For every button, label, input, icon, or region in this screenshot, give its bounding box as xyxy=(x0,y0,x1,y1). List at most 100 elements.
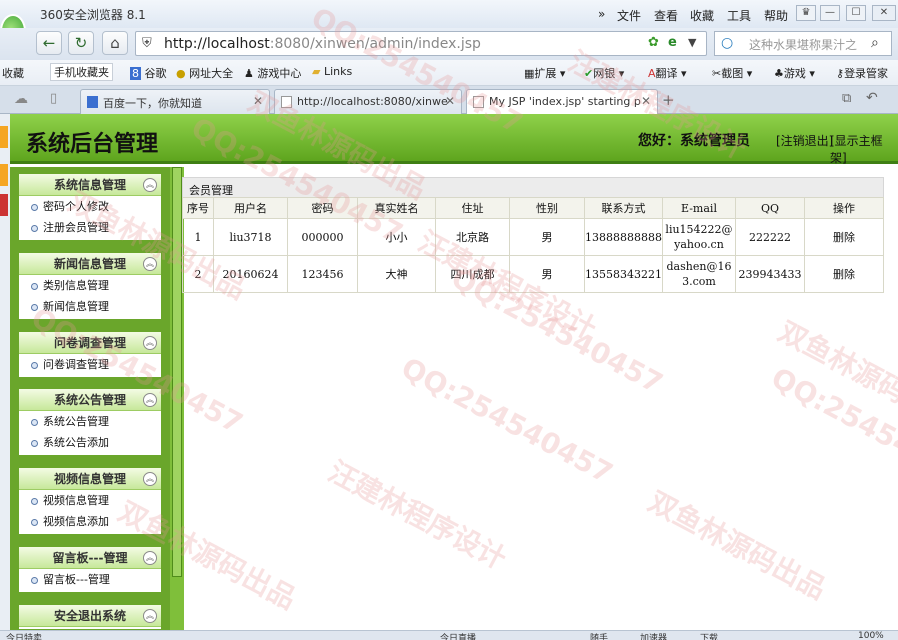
collapse-icon[interactable]: ︽ xyxy=(143,178,157,192)
gamepad-icon: ♟ xyxy=(244,67,254,80)
status-live[interactable]: 今日直播 xyxy=(440,631,476,640)
collapse-icon[interactable]: ︽ xyxy=(143,393,157,407)
collapse-icon[interactable]: ︽ xyxy=(143,257,157,271)
sidebar-item-password[interactable]: 密码个人修改 xyxy=(19,196,161,217)
menu-file[interactable]: 文件 xyxy=(617,7,641,24)
collapse-icon[interactable]: ︽ xyxy=(143,551,157,565)
cell-password: 000000 xyxy=(287,218,358,256)
fav-google[interactable]: 8 谷歌 xyxy=(130,65,167,81)
cell-realname: 大神 xyxy=(357,255,436,293)
group-header[interactable]: 留言板---管理 ︽ xyxy=(19,547,161,569)
menu-favorites[interactable]: 收藏 xyxy=(690,7,714,24)
col-header: E-mail xyxy=(661,197,736,219)
watermark: 双鱼林源码出品 xyxy=(773,314,898,436)
status-accelerator[interactable]: 加速器 xyxy=(640,631,667,640)
sidebar-group-logout: 安全退出系统 ︽ xyxy=(18,604,162,630)
fav-sites[interactable]: ● 网址大全 xyxy=(176,65,233,81)
favorites-bar: 收藏 手机收藏夹 8 谷歌 ● 网址大全 ♟ 游戏中心 ▰ Links ▦扩展 … xyxy=(0,60,898,86)
menu-view[interactable]: 查看 xyxy=(654,7,678,24)
close-tab-icon[interactable]: ✕ xyxy=(641,94,651,108)
search-icon[interactable]: ⌕ xyxy=(871,35,879,51)
home-button[interactable]: ⌂ xyxy=(102,31,128,55)
games-button[interactable]: ♣游戏 ▾ xyxy=(774,65,815,81)
cell-password: 123456 xyxy=(287,255,358,293)
sidebar-item-members[interactable]: 注册会员管理 xyxy=(19,217,161,238)
group-header[interactable]: 新闻信息管理 ︽ xyxy=(19,253,161,275)
group-header[interactable]: 安全退出系统 ︽ xyxy=(19,605,161,627)
search-input[interactable]: 这种水果堪称果汁之 xyxy=(749,36,857,53)
collapse-icon[interactable]: ︽ xyxy=(143,336,157,350)
delete-link[interactable]: 删除 xyxy=(803,218,884,256)
undo-close-icon[interactable]: ↶ xyxy=(866,90,878,106)
cloud-icon[interactable]: ☁ xyxy=(14,91,28,107)
search-box[interactable]: ○ 这种水果堪称果汁之 ⌕ xyxy=(714,31,892,56)
sidebar-item-notice-add[interactable]: 系统公告添加 xyxy=(19,432,161,453)
sidebar-item-video-manage[interactable]: 视频信息管理 xyxy=(19,490,161,511)
extensions-icon: ▦ xyxy=(524,67,535,80)
tab-localhost[interactable]: http://localhost:8080/xinwe ✕ xyxy=(274,89,462,114)
breadcrumb: 会员管理 xyxy=(182,177,884,198)
group-header[interactable]: 问卷调查管理 ︽ xyxy=(19,332,161,354)
close-tab-icon[interactable]: ✕ xyxy=(445,94,455,108)
dropdown-icon[interactable]: ▼ xyxy=(688,36,696,49)
back-button[interactable]: ← xyxy=(36,31,62,55)
close-window-button[interactable]: ✕ xyxy=(872,5,896,21)
fav-collect[interactable]: 收藏 xyxy=(2,65,24,81)
ie-kernel-icon[interactable]: e xyxy=(668,35,677,50)
cell-phone: 13558343221 xyxy=(584,255,663,293)
greeting: 您好：系统管理员 xyxy=(638,133,750,149)
fav-games-center[interactable]: ♟ 游戏中心 xyxy=(244,65,301,81)
bank-button[interactable]: ✔网银 ▾ xyxy=(584,65,624,81)
ext-button[interactable]: ▦扩展 ▾ xyxy=(524,65,565,81)
sidebar-item-notice-manage[interactable]: 系统公告管理 xyxy=(19,411,161,432)
collapse-icon[interactable]: ︽ xyxy=(143,609,157,623)
watermark: 汪建林程序设计 xyxy=(323,454,512,576)
minimize-button[interactable]: — xyxy=(820,5,840,21)
compat-mode-icon[interactable]: ✿ xyxy=(648,35,659,50)
bank-icon: ✔ xyxy=(584,67,594,80)
page-header: 系统后台管理 您好：系统管理员 [注销退出] [显示主框架] xyxy=(10,114,898,166)
screenshot-button[interactable]: ✂截图 ▾ xyxy=(712,65,752,81)
menu-chevron-icon[interactable]: » xyxy=(598,7,605,21)
status-handy[interactable]: 随手 xyxy=(590,631,608,640)
col-header: 真实姓名 xyxy=(357,197,436,219)
status-bar: 今日特卖 今日直播 随手 加速器 下载 100% xyxy=(0,630,898,640)
sidebar-item-category[interactable]: 类别信息管理 xyxy=(19,275,161,296)
delete-link[interactable]: 删除 xyxy=(803,255,884,293)
phone-icon[interactable]: ▯ xyxy=(50,91,57,106)
translate-button[interactable]: A翻译 ▾ xyxy=(648,65,687,81)
new-tab-button[interactable]: + xyxy=(662,91,675,109)
sidebar-item-guestbook[interactable]: 留言板---管理 xyxy=(19,569,161,590)
group-header[interactable]: 系统信息管理 ︽ xyxy=(19,174,161,196)
maximize-button[interactable]: ☐ xyxy=(846,5,866,21)
status-download[interactable]: 下载 xyxy=(700,631,718,640)
fav-mobile[interactable]: 手机收藏夹 xyxy=(50,63,113,81)
logout-link[interactable]: [注销退出] xyxy=(776,132,833,149)
table-row: 1 liu3718 000000 小小 北京路 男 13888888888 li… xyxy=(182,218,884,256)
refresh-button[interactable]: ↻ xyxy=(68,31,94,55)
zoom-level[interactable]: 100% xyxy=(858,631,884,640)
menu-tools[interactable]: 工具 xyxy=(727,7,751,24)
sidebar-item-survey[interactable]: 问卷调查管理 xyxy=(19,354,161,375)
status-deals[interactable]: 今日特卖 xyxy=(6,631,42,640)
menu-help[interactable]: 帮助 xyxy=(764,7,788,24)
close-tab-icon[interactable]: ✕ xyxy=(253,94,263,108)
login-manager-button[interactable]: ⚷登录管家 xyxy=(836,65,888,81)
group-header[interactable]: 视频信息管理 ︽ xyxy=(19,468,161,490)
tab-label: http://localhost:8080/xinwe xyxy=(297,95,448,108)
skin-icon[interactable]: ♛ xyxy=(796,5,816,21)
fav-links[interactable]: ▰ Links xyxy=(312,65,352,78)
group-header[interactable]: 系统公告管理 ︽ xyxy=(19,389,161,411)
sidebar-item-news[interactable]: 新闻信息管理 xyxy=(19,296,161,317)
tab-baidu[interactable]: 百度一下，你就知道 ✕ xyxy=(80,89,270,114)
collapse-icon[interactable]: ︽ xyxy=(143,472,157,486)
address-bar[interactable]: ⛨ http://localhost:8080/xinwen/admin/ind… xyxy=(135,31,707,56)
show-frame-link[interactable]: [显示主框架] xyxy=(830,132,898,166)
sidebar-group-guestbook: 留言板---管理 ︽ 留言板---管理 xyxy=(18,546,162,593)
cell-id: 1 xyxy=(182,218,214,256)
tab-index-jsp[interactable]: My JSP 'index.jsp' starting p ✕ xyxy=(466,89,658,114)
tab-list-icon[interactable]: ⧉ xyxy=(842,91,851,106)
sidebar-item-video-add[interactable]: 视频信息添加 xyxy=(19,511,161,532)
cell-qq: 239943433 xyxy=(734,255,805,293)
tab-bar: ☁ ▯ 百度一下，你就知道 ✕ http://localhost:8080/xi… xyxy=(0,86,898,114)
